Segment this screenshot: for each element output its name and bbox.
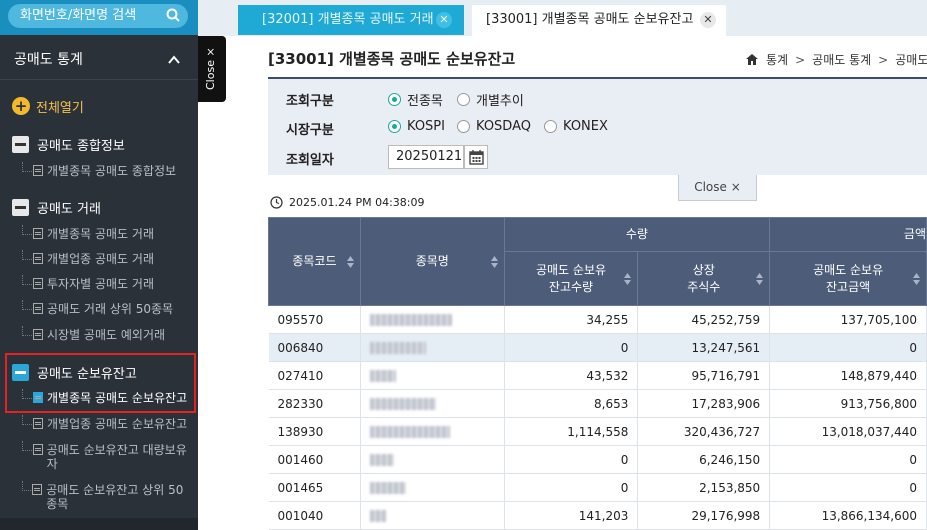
selection-highlight <box>5 353 196 413</box>
minus-box-icon <box>12 198 29 216</box>
radio-all-stocks[interactable]: 전종목 <box>388 90 443 109</box>
document-icon <box>32 484 43 495</box>
sidebar-title[interactable]: 공매도 통계 <box>0 40 198 80</box>
search-placeholder: 화면번호/화면명 검색 <box>20 8 137 23</box>
sort-icon[interactable] <box>624 272 632 285</box>
redacted-name <box>369 342 426 354</box>
document-icon <box>32 444 43 455</box>
close-filter-button[interactable]: Close × <box>678 175 757 201</box>
col-header-code[interactable]: 종목코드 <box>268 217 361 306</box>
data-table: 종목코드 종목명 수량 금액 공매도 순보유 잔고수량 상장 주식수 공매도 순보유… <box>268 217 927 530</box>
minus-box-icon <box>12 135 29 153</box>
sidebar-title-label: 공매도 통계 <box>14 52 83 68</box>
calendar-icon <box>469 150 484 165</box>
col-header-short-qty[interactable]: 공매도 순보유 잔고수량 <box>503 251 639 306</box>
close-icon[interactable]: ✕ <box>700 12 716 28</box>
menu-group-label: 공매도 종합정보 <box>37 138 125 154</box>
redacted-name <box>369 314 452 326</box>
expand-all-button[interactable]: + 전체열기 <box>12 96 84 116</box>
menu-item[interactable]: 투자자별 공매도 거래 <box>22 275 154 291</box>
redacted-name <box>369 454 394 466</box>
sort-icon[interactable] <box>346 255 354 268</box>
menu-group-label: 공매도 거래 <box>37 201 101 217</box>
radio-kosdaq[interactable]: KOSDAQ <box>457 119 531 134</box>
table-row[interactable]: 001040 141,203 29,176,998 13,866,134,600 <box>268 501 927 530</box>
breadcrumb-item[interactable]: 공매도 <box>895 51 927 68</box>
menu-item[interactable]: 개별업종 공매도 순보유잔고 <box>22 415 187 431</box>
clock-icon <box>270 196 283 209</box>
close-icon[interactable]: ✕ <box>436 12 452 28</box>
query-type-label: 조회구분 <box>286 94 334 109</box>
tab-33001[interactable]: [33001] 개별종목 공매도 순보유잔고 ✕ <box>472 5 726 36</box>
sidebar: 화면번호/화면명 검색 공매도 통계 + 전체열기 공매도 종합정보 개별종목 … <box>0 0 198 530</box>
plus-circle-icon: + <box>12 97 30 115</box>
document-icon <box>33 303 43 314</box>
redacted-name <box>369 398 436 410</box>
breadcrumb-item[interactable]: 공매도 통계 <box>812 51 871 68</box>
search-bar: 화면번호/화면명 검색 <box>0 0 198 35</box>
document-icon <box>33 278 43 289</box>
document-icon <box>33 165 43 176</box>
date-input[interactable]: 20250121 <box>388 145 464 169</box>
breadcrumb-item[interactable]: 통계 <box>766 51 788 68</box>
expand-all-label: 전체열기 <box>36 100 84 116</box>
date-label: 조회일자 <box>286 153 334 168</box>
tab-32001[interactable]: [32001] 개별종목 공매도 거래 ✕ <box>238 5 464 35</box>
sort-icon[interactable] <box>756 272 764 285</box>
close-sidebar-button[interactable]: Close × <box>198 36 226 102</box>
menu-item[interactable]: 개별종목 공매도 종합정보 <box>22 162 176 178</box>
document-icon <box>33 418 43 429</box>
col-header-listed-shares[interactable]: 상장 주식수 <box>637 251 771 306</box>
col-group-quantity: 수량 <box>503 217 771 252</box>
timestamp: 2025.01.24 PM 04:38:09 <box>270 196 425 209</box>
menu-item[interactable]: 시장별 공매도 예외거래 <box>22 326 165 342</box>
chevron-right-icon: > <box>795 52 806 67</box>
sort-icon[interactable] <box>490 255 498 268</box>
table-row[interactable]: 006840 0 13,247,561 0 <box>268 333 927 362</box>
menu-item[interactable]: 공매도 순보유잔고 대량보유자 <box>22 441 192 471</box>
breadcrumb: 통계 > 공매도 통계 > 공매도 <box>746 51 927 68</box>
calendar-button[interactable] <box>464 145 488 169</box>
document-icon <box>33 329 43 340</box>
radio-individual-trend[interactable]: 개별추이 <box>457 90 524 109</box>
search-input[interactable]: 화면번호/화면명 검색 <box>8 4 188 28</box>
col-header-name[interactable]: 종목명 <box>359 217 505 306</box>
search-icon[interactable] <box>166 8 180 22</box>
table-row[interactable]: 095570 34,255 45,252,759 137,705,100 <box>268 305 927 334</box>
home-icon[interactable] <box>746 54 758 65</box>
menu-group-short-trading[interactable]: 공매도 거래 <box>12 197 101 217</box>
redacted-name <box>369 510 386 522</box>
redacted-name <box>369 370 396 382</box>
table-row[interactable]: 027410 43,532 95,716,791 148,879,440 <box>268 361 927 390</box>
table-row[interactable]: 282330 8,653 17,283,906 913,756,800 <box>268 389 927 418</box>
menu-item[interactable]: 공매도 거래 상위 50종목 <box>22 300 173 316</box>
col-group-amount: 금액 <box>769 217 927 252</box>
radio-kospi[interactable]: KOSPI <box>388 119 445 134</box>
menu-group-short-summary[interactable]: 공매도 종합정보 <box>12 134 125 154</box>
filter-panel: 조회구분 전종목 개별추이 시장구분 KOSPI KOSDAQ KONEX 조회… <box>268 77 927 175</box>
table-row[interactable]: 001465 0 2,153,850 0 <box>268 473 927 502</box>
market-label: 시장구분 <box>286 123 334 138</box>
document-icon <box>33 253 43 264</box>
col-header-short-amount[interactable]: 공매도 순보유 잔고금액 <box>769 251 927 306</box>
radio-konex[interactable]: KONEX <box>544 119 608 134</box>
redacted-name <box>369 426 450 438</box>
menu-item[interactable]: 개별종목 공매도 거래 <box>22 225 154 241</box>
menu-item[interactable]: 개별업종 공매도 거래 <box>22 250 154 266</box>
chevron-up-icon[interactable] <box>168 54 180 66</box>
tab-bar: [32001] 개별종목 공매도 거래 ✕ [33001] 개별종목 공매도 순… <box>198 0 927 36</box>
page-title: [33001] 개별종목 공매도 순보유잔고 <box>268 50 516 68</box>
sort-icon[interactable] <box>913 272 920 285</box>
table-row[interactable]: 138930 1,114,558 320,436,727 13,018,037,440 <box>268 417 927 446</box>
table-row[interactable]: 001460 0 6,246,150 0 <box>268 445 927 474</box>
menu-item[interactable]: 공매도 순보유잔고 상위 50종목 <box>22 481 192 511</box>
chevron-right-icon: > <box>878 52 889 67</box>
document-icon <box>33 228 43 239</box>
redacted-name <box>369 482 406 494</box>
